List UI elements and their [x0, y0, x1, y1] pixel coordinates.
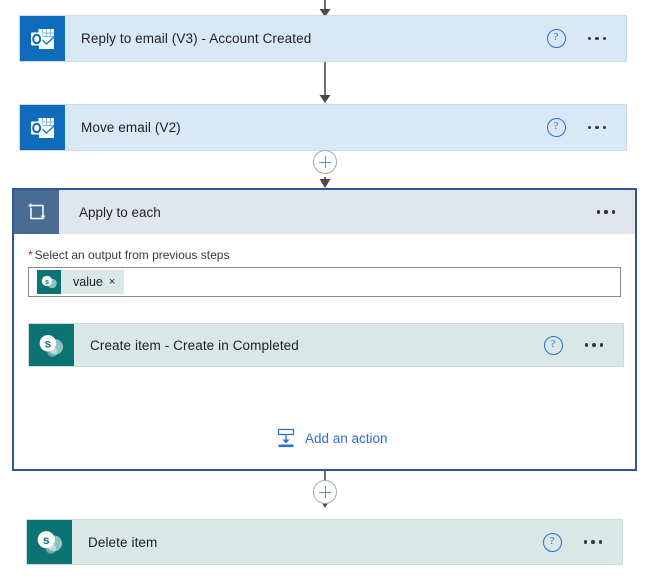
dynamic-content-token[interactable]: s value × — [37, 270, 125, 294]
svg-text:s: s — [45, 337, 52, 350]
action-title: Reply to email (V3) - Account Created — [81, 31, 312, 46]
select-output-input[interactable]: s value × — [28, 267, 621, 297]
token-label: value — [73, 275, 103, 289]
help-icon[interactable]: ? — [543, 335, 563, 355]
more-commands-icon[interactable] — [583, 339, 606, 351]
scope-apply-to-each[interactable]: Apply to each * Select an output from pre… — [12, 188, 637, 471]
action-card-move-email[interactable]: Move email (V2) ? — [19, 104, 627, 151]
more-commands-icon[interactable] — [586, 122, 609, 134]
scope-body: * Select an output from previous steps s … — [14, 248, 635, 448]
connector-arrow-1 — [319, 62, 331, 103]
sharepoint-icon: s — [29, 324, 74, 366]
insert-action-icon — [276, 428, 296, 448]
required-indicator: * — [28, 248, 33, 262]
svg-text:s: s — [42, 533, 49, 547]
svg-text:s: s — [44, 276, 48, 285]
action-card-create-item[interactable]: s Create item - Create in Completed ? — [28, 323, 624, 367]
card-actions: ? — [543, 324, 624, 366]
action-card-reply-to-email[interactable]: Reply to email (V3) - Account Created ? — [19, 15, 627, 62]
loop-icon — [14, 190, 59, 234]
help-icon[interactable]: ? — [542, 532, 562, 552]
help-icon[interactable]: ? — [546, 29, 566, 48]
scope-actions — [595, 190, 636, 234]
scope-header[interactable]: Apply to each — [14, 190, 635, 234]
scope-title: Apply to each — [79, 204, 161, 220]
action-card-delete-item[interactable]: s Delete item ? — [26, 519, 623, 565]
sharepoint-icon: s — [37, 270, 61, 294]
more-commands-icon[interactable] — [586, 33, 609, 45]
action-title: Create item - Create in Completed — [90, 337, 299, 353]
select-output-label: * Select an output from previous steps — [28, 248, 635, 262]
outlook-icon — [20, 16, 65, 61]
more-commands-icon[interactable] — [582, 536, 605, 548]
add-an-action-label: Add an action — [305, 430, 388, 446]
insert-node-after-move-email[interactable] — [313, 150, 337, 174]
action-title: Delete item — [88, 534, 158, 550]
card-actions: ? — [546, 16, 627, 61]
card-actions: ? — [546, 105, 627, 150]
insert-node-after-apply-to-each[interactable] — [313, 480, 337, 504]
action-title: Move email (V2) — [81, 120, 181, 135]
add-an-action-button[interactable]: Add an action — [276, 428, 388, 448]
help-icon[interactable]: ? — [546, 118, 566, 137]
remove-token-icon[interactable]: × — [109, 276, 124, 288]
more-commands-icon[interactable] — [595, 206, 618, 218]
outlook-icon — [20, 105, 65, 150]
flow-canvas: Reply to email (V3) - Account Created ? — [0, 0, 649, 584]
sharepoint-icon: s — [27, 520, 72, 564]
select-output-label-text: Select an output from previous steps — [34, 248, 230, 262]
card-actions: ? — [542, 520, 623, 564]
